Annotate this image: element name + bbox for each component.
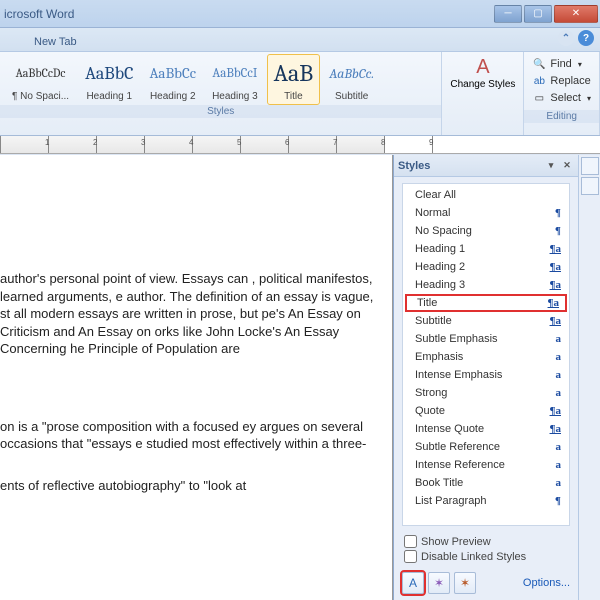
style-list-item[interactable]: No Spacing¶ — [405, 222, 567, 240]
style-list-item[interactable]: Book Titlea — [405, 474, 567, 492]
style-list-item[interactable]: List Paragraph¶ — [405, 492, 567, 510]
ruler[interactable]: 123456789 — [0, 136, 600, 154]
style-list-item[interactable]: Intense Quote¶a — [405, 420, 567, 438]
style-list-item[interactable]: Normal¶ — [405, 204, 567, 222]
titlebar: icrosoft Word ─ ▢ ✕ — [0, 0, 600, 28]
document-paragraph: author's personal point of view. Essays … — [0, 270, 380, 358]
close-button[interactable]: ✕ — [554, 5, 598, 23]
style-list-item[interactable]: Intense Referencea — [405, 456, 567, 474]
right-collapsed-pane — [578, 155, 600, 600]
document-paragraph: ents of reflective autobiography" to "lo… — [0, 477, 380, 495]
styles-pane-title: Styles — [398, 160, 430, 172]
style-gallery-item[interactable]: AaBbCcHeading 2 — [142, 54, 203, 105]
style-list-item[interactable]: Heading 1¶a — [405, 240, 567, 258]
minimize-button[interactable]: ─ — [494, 5, 522, 23]
help-icon[interactable]: ? — [578, 30, 594, 46]
style-list-item[interactable]: Heading 2¶a — [405, 258, 567, 276]
style-list-item[interactable]: Subtle Emphasisa — [405, 330, 567, 348]
show-preview-checkbox[interactable]: Show Preview — [404, 534, 568, 549]
disable-linked-checkbox[interactable]: Disable Linked Styles — [404, 549, 568, 564]
editing-group-label: Editing — [524, 110, 599, 123]
style-inspector-button[interactable]: ✶ — [428, 572, 450, 594]
collapsed-pane-button[interactable] — [581, 157, 599, 175]
find-icon: 🔍 — [532, 57, 546, 71]
style-list-item[interactable]: Stronga — [405, 384, 567, 402]
styles-gallery[interactable]: AaBbCcDc¶ No Spaci...AaBbCHeading 1AaBbC… — [0, 52, 441, 105]
styles-group-label: Styles — [0, 105, 441, 118]
style-list-item[interactable]: Heading 3¶a — [405, 276, 567, 294]
ribbon-tabs: New Tab ⌃ ? — [0, 28, 600, 52]
style-gallery-item[interactable]: AaBTitle — [267, 54, 321, 105]
replace-icon: ab — [532, 74, 546, 88]
change-styles-icon: A — [476, 56, 489, 79]
select-button[interactable]: ▭Select▾ — [530, 90, 593, 106]
style-list-item[interactable]: Clear All — [405, 186, 567, 204]
style-list-item[interactable]: Emphasisa — [405, 348, 567, 366]
ribbon: AaBbCcDc¶ No Spaci...AaBbCHeading 1AaBbC… — [0, 52, 600, 136]
styles-pane: Styles ▾ ✕ Clear AllNormal¶No Spacing¶He… — [393, 155, 578, 600]
style-gallery-item[interactable]: AaBbCcDc¶ No Spaci... — [5, 54, 76, 105]
options-link[interactable]: Options... — [523, 577, 570, 589]
manage-styles-button[interactable]: ✶ — [454, 572, 476, 594]
style-gallery-item[interactable]: AaBbCc.Subtitle — [322, 54, 381, 105]
style-gallery-item[interactable]: AaBbCcIHeading 3 — [205, 54, 265, 105]
change-styles-button[interactable]: A Change Styles — [442, 52, 523, 94]
tab-new[interactable]: New Tab — [24, 33, 87, 51]
minimize-ribbon-icon[interactable]: ⌃ — [558, 30, 574, 46]
style-list-item[interactable]: Intense Emphasisa — [405, 366, 567, 384]
document-paragraph: on is a "prose composition with a focuse… — [0, 418, 380, 453]
collapsed-pane-button[interactable] — [581, 177, 599, 195]
document-page[interactable]: author's personal point of view. Essays … — [0, 155, 393, 600]
pane-dropdown-button[interactable]: ▾ — [544, 159, 558, 173]
maximize-button[interactable]: ▢ — [524, 5, 552, 23]
pane-close-button[interactable]: ✕ — [560, 159, 574, 173]
style-list-item[interactable]: Subtle Referencea — [405, 438, 567, 456]
style-list-item[interactable]: Title¶a — [405, 294, 567, 312]
replace-button[interactable]: abReplace — [530, 73, 593, 89]
style-list-item[interactable]: Quote¶a — [405, 402, 567, 420]
styles-list[interactable]: Clear AllNormal¶No Spacing¶Heading 1¶aHe… — [402, 183, 570, 526]
select-icon: ▭ — [532, 91, 546, 105]
style-gallery-item[interactable]: AaBbCHeading 1 — [78, 54, 140, 105]
new-style-button[interactable]: A — [402, 572, 424, 594]
style-list-item[interactable]: Subtitle¶a — [405, 312, 567, 330]
find-button[interactable]: 🔍Find▾ — [530, 56, 593, 72]
window-title: icrosoft Word — [0, 7, 74, 21]
